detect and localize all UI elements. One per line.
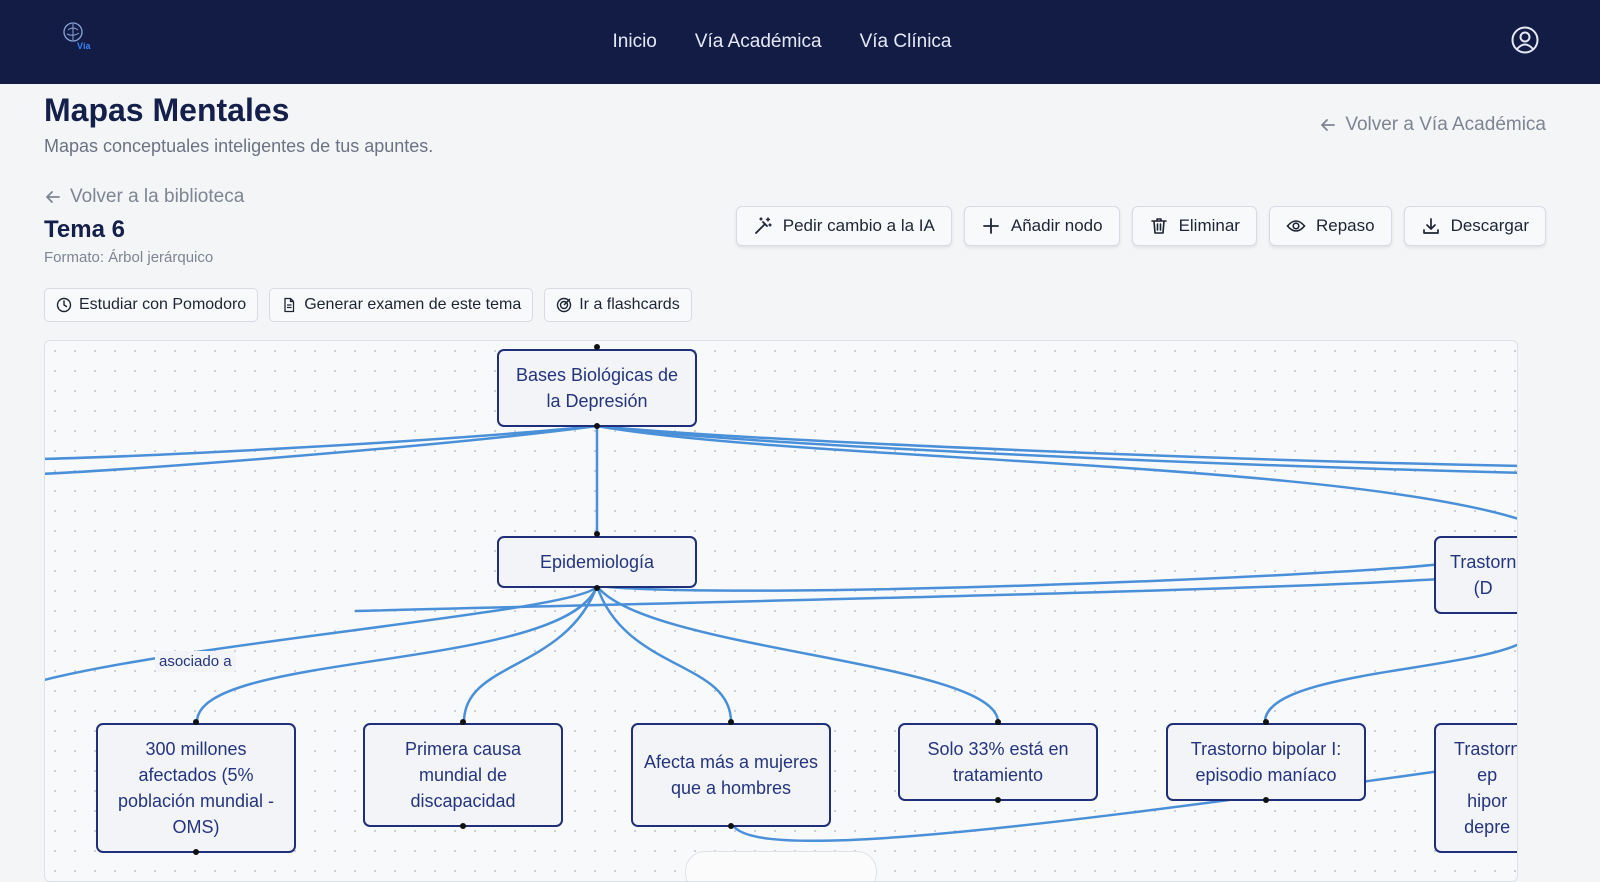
- download-label: Descargar: [1450, 216, 1529, 235]
- add-node-button[interactable]: Añadir nodo: [963, 206, 1120, 246]
- node-300-millones[interactable]: 300 millones afectados (5% población mun…: [96, 723, 296, 853]
- node-handle[interactable]: [995, 797, 1001, 803]
- node-handle[interactable]: [460, 823, 466, 829]
- delete-button[interactable]: Eliminar: [1131, 206, 1257, 246]
- node-bipolar-i-label: Trastorno bipolar I: episodio maníaco: [1190, 739, 1342, 785]
- target-icon: [557, 297, 572, 313]
- node-handle[interactable]: [1263, 797, 1269, 803]
- node-handle[interactable]: [1263, 719, 1269, 725]
- node-epidemiologia-label: Epidemiología: [539, 552, 655, 572]
- node-bipolar-i[interactable]: Trastorno bipolar I: episodio maníaco: [1166, 723, 1366, 801]
- back-to-academic-label: Volver a Vía Académica: [1345, 114, 1546, 135]
- generate-exam-button[interactable]: Generar examen de este tema: [269, 288, 534, 322]
- page-subtitle: Mapas conceptuales inteligentes de tus a…: [44, 136, 434, 156]
- plus-icon: [982, 218, 999, 234]
- node-primera-causa[interactable]: Primera causa mundial de discapacidad: [363, 723, 563, 827]
- edge-label-asociado[interactable]: asociado a: [155, 651, 236, 672]
- add-node-label: Añadir nodo: [1010, 216, 1103, 235]
- review-label: Repaso: [1315, 216, 1375, 235]
- node-handle[interactable]: [193, 719, 199, 725]
- pomodoro-label: Estudiar con Pomodoro: [79, 296, 247, 313]
- clock-icon: [56, 297, 72, 313]
- node-afecta-mujeres-label: Afecta más a mujeres que a hombres: [643, 752, 819, 798]
- mindmap-canvas[interactable]: asociado a Bases Biológicas de la Depres…: [44, 340, 1518, 882]
- magic-wand-icon: [754, 217, 772, 234]
- nav-inicio[interactable]: Inicio: [613, 31, 657, 53]
- node-epidemiologia[interactable]: Epidemiología: [497, 536, 697, 588]
- node-handle[interactable]: [728, 719, 734, 725]
- back-to-academic-link[interactable]: Volver a Vía Académica: [1319, 114, 1546, 136]
- top-navbar: Vía Inicio Vía Académica Vía Clínica: [0, 0, 1600, 84]
- generate-exam-label: Generar examen de este tema: [304, 296, 522, 313]
- node-handle[interactable]: [594, 423, 600, 429]
- nav-via-clinica[interactable]: Vía Clínica: [860, 31, 952, 53]
- node-trastorno-bottom-label: Trastorn ep hipor depre: [1454, 739, 1518, 837]
- topic-title: Tema 6: [44, 216, 125, 243]
- node-afecta-mujeres[interactable]: Afecta más a mujeres que a hombres: [631, 723, 831, 827]
- flashcards-label: Ir a flashcards: [579, 296, 680, 313]
- node-handle[interactable]: [594, 531, 600, 537]
- review-button[interactable]: Repaso: [1268, 206, 1392, 246]
- node-trastorno-top-label: Trastorn (D: [1450, 552, 1517, 598]
- trash-icon: [1150, 218, 1167, 234]
- node-handle[interactable]: [594, 344, 600, 350]
- main-nav: Inicio Vía Académica Vía Clínica: [0, 0, 1600, 84]
- ai-change-label: Pedir cambio a la IA: [782, 216, 935, 235]
- arrow-left-icon: [1321, 119, 1336, 131]
- back-to-library-link[interactable]: Volver a la biblioteca: [44, 186, 244, 208]
- user-account-icon[interactable]: [1510, 25, 1540, 55]
- page-title: Mapas Mentales: [44, 92, 290, 128]
- node-handle[interactable]: [728, 823, 734, 829]
- node-handle[interactable]: [460, 719, 466, 725]
- download-icon: [1422, 218, 1439, 234]
- topic-format: Formato: Árbol jerárquico: [44, 249, 214, 266]
- download-button[interactable]: Descargar: [1403, 206, 1546, 246]
- node-handle[interactable]: [995, 719, 1001, 725]
- node-handle[interactable]: [193, 849, 199, 855]
- eye-icon: [1286, 220, 1306, 232]
- delete-label: Eliminar: [1178, 216, 1240, 235]
- node-root-label: Bases Biológicas de la Depresión: [515, 365, 679, 411]
- study-actions: Estudiar con Pomodoro Generar examen de …: [44, 288, 692, 322]
- flashcards-button[interactable]: Ir a flashcards: [544, 288, 692, 322]
- node-handle[interactable]: [594, 585, 600, 591]
- ai-change-button[interactable]: Pedir cambio a la IA: [735, 206, 952, 246]
- node-300-millones-label: 300 millones afectados (5% población mun…: [117, 739, 275, 837]
- node-solo-33[interactable]: Solo 33% está en tratamiento: [898, 723, 1098, 801]
- node-primera-causa-label: Primera causa mundial de discapacidad: [404, 739, 522, 811]
- node-trastorno-bottom-partial[interactable]: Trastorn ep hipor depre: [1434, 723, 1518, 853]
- node-root[interactable]: Bases Biológicas de la Depresión: [497, 349, 697, 427]
- node-solo-33-label: Solo 33% está en tratamiento: [927, 739, 1069, 785]
- back-to-library-label: Volver a la biblioteca: [70, 186, 245, 207]
- pomodoro-button[interactable]: Estudiar con Pomodoro: [44, 288, 259, 322]
- nav-via-academica[interactable]: Vía Académica: [695, 31, 822, 53]
- node-trastorno-top-partial[interactable]: Trastorn (D: [1434, 536, 1517, 614]
- canvas-controls-stub[interactable]: [685, 851, 877, 881]
- arrow-left-icon: [46, 191, 60, 203]
- document-icon: [284, 297, 295, 313]
- map-toolbar: Pedir cambio a la IA Añadir nodo Elimina…: [735, 206, 1546, 246]
